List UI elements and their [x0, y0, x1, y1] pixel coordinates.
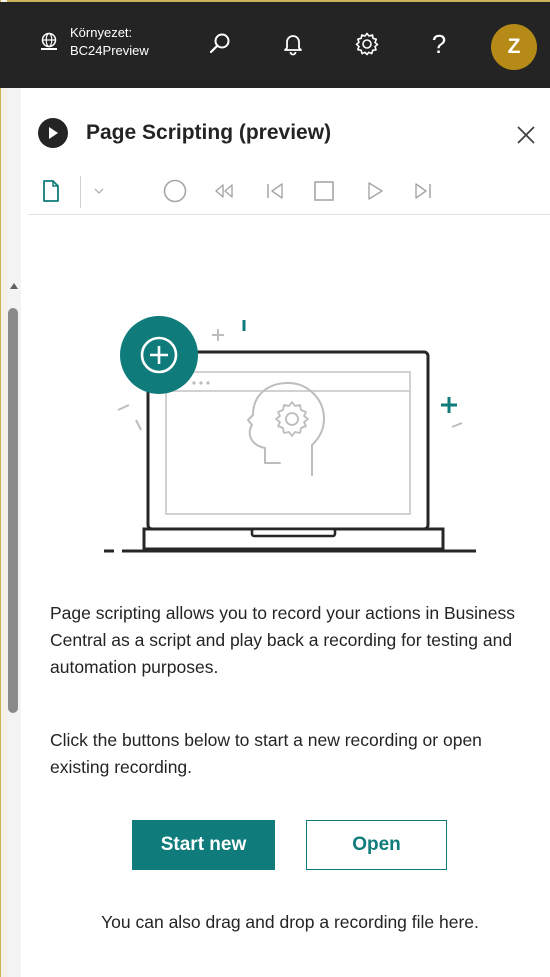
scroll-up-arrow-icon[interactable] — [10, 283, 18, 289]
globe-icon — [41, 32, 57, 50]
panel-title: Page Scripting (preview) — [86, 121, 332, 144]
notifications-button[interactable] — [279, 30, 307, 58]
toolbar-separator — [80, 176, 81, 208]
skip-back-icon — [267, 183, 283, 199]
environment-label: Környezet: — [70, 25, 133, 40]
environment-switcher[interactable]: Környezet: BC24Preview — [38, 24, 149, 60]
laptop-illustration — [104, 316, 476, 553]
close-icon[interactable] — [513, 122, 539, 148]
play-icon — [368, 182, 383, 200]
open-button[interactable]: Open — [306, 820, 447, 870]
scroll-thumb[interactable] — [8, 308, 18, 713]
panel-header: Page Scripting (preview) — [38, 115, 543, 151]
environment-name: BC24Preview — [70, 43, 149, 58]
description-text: Page scripting allows you to record your… — [50, 603, 515, 677]
stop-button[interactable] — [311, 178, 337, 204]
help-label: ? — [431, 28, 447, 59]
start-new-button[interactable]: Start new — [132, 820, 275, 870]
bell-icon — [284, 35, 302, 56]
user-avatar[interactable]: Z — [491, 24, 537, 70]
vertical-scrollbar[interactable] — [7, 88, 21, 977]
record-icon — [163, 179, 187, 203]
step-forward-button[interactable] — [410, 178, 436, 204]
page-scripting-icon — [38, 118, 68, 148]
drop-hint-text: You can also drag and drop a recording f… — [101, 912, 479, 932]
app-top-bar: Környezet: BC24Preview ? Z — [0, 2, 550, 88]
play-button[interactable] — [362, 178, 388, 204]
stop-icon — [314, 181, 334, 201]
new-recording-button[interactable] — [38, 178, 64, 204]
rewind-button[interactable] — [211, 178, 237, 204]
toolbar-divider — [28, 214, 550, 215]
record-button[interactable] — [162, 178, 188, 204]
help-button[interactable]: ? — [425, 28, 453, 59]
window-frame-left — [0, 0, 7, 977]
settings-button[interactable] — [353, 30, 381, 58]
recording-toolbar — [38, 174, 543, 210]
chevron-down-icon — [94, 188, 104, 194]
gear-icon — [355, 32, 379, 56]
new-file-icon — [43, 180, 59, 202]
instruction-text: Click the buttons below to start a new r… — [50, 730, 482, 777]
new-dropdown-button[interactable] — [86, 178, 112, 204]
step-back-button[interactable] — [262, 178, 288, 204]
rewind-icon — [215, 184, 233, 198]
search-button[interactable] — [206, 30, 234, 58]
skip-forward-icon — [415, 183, 431, 199]
search-icon — [209, 33, 230, 54]
